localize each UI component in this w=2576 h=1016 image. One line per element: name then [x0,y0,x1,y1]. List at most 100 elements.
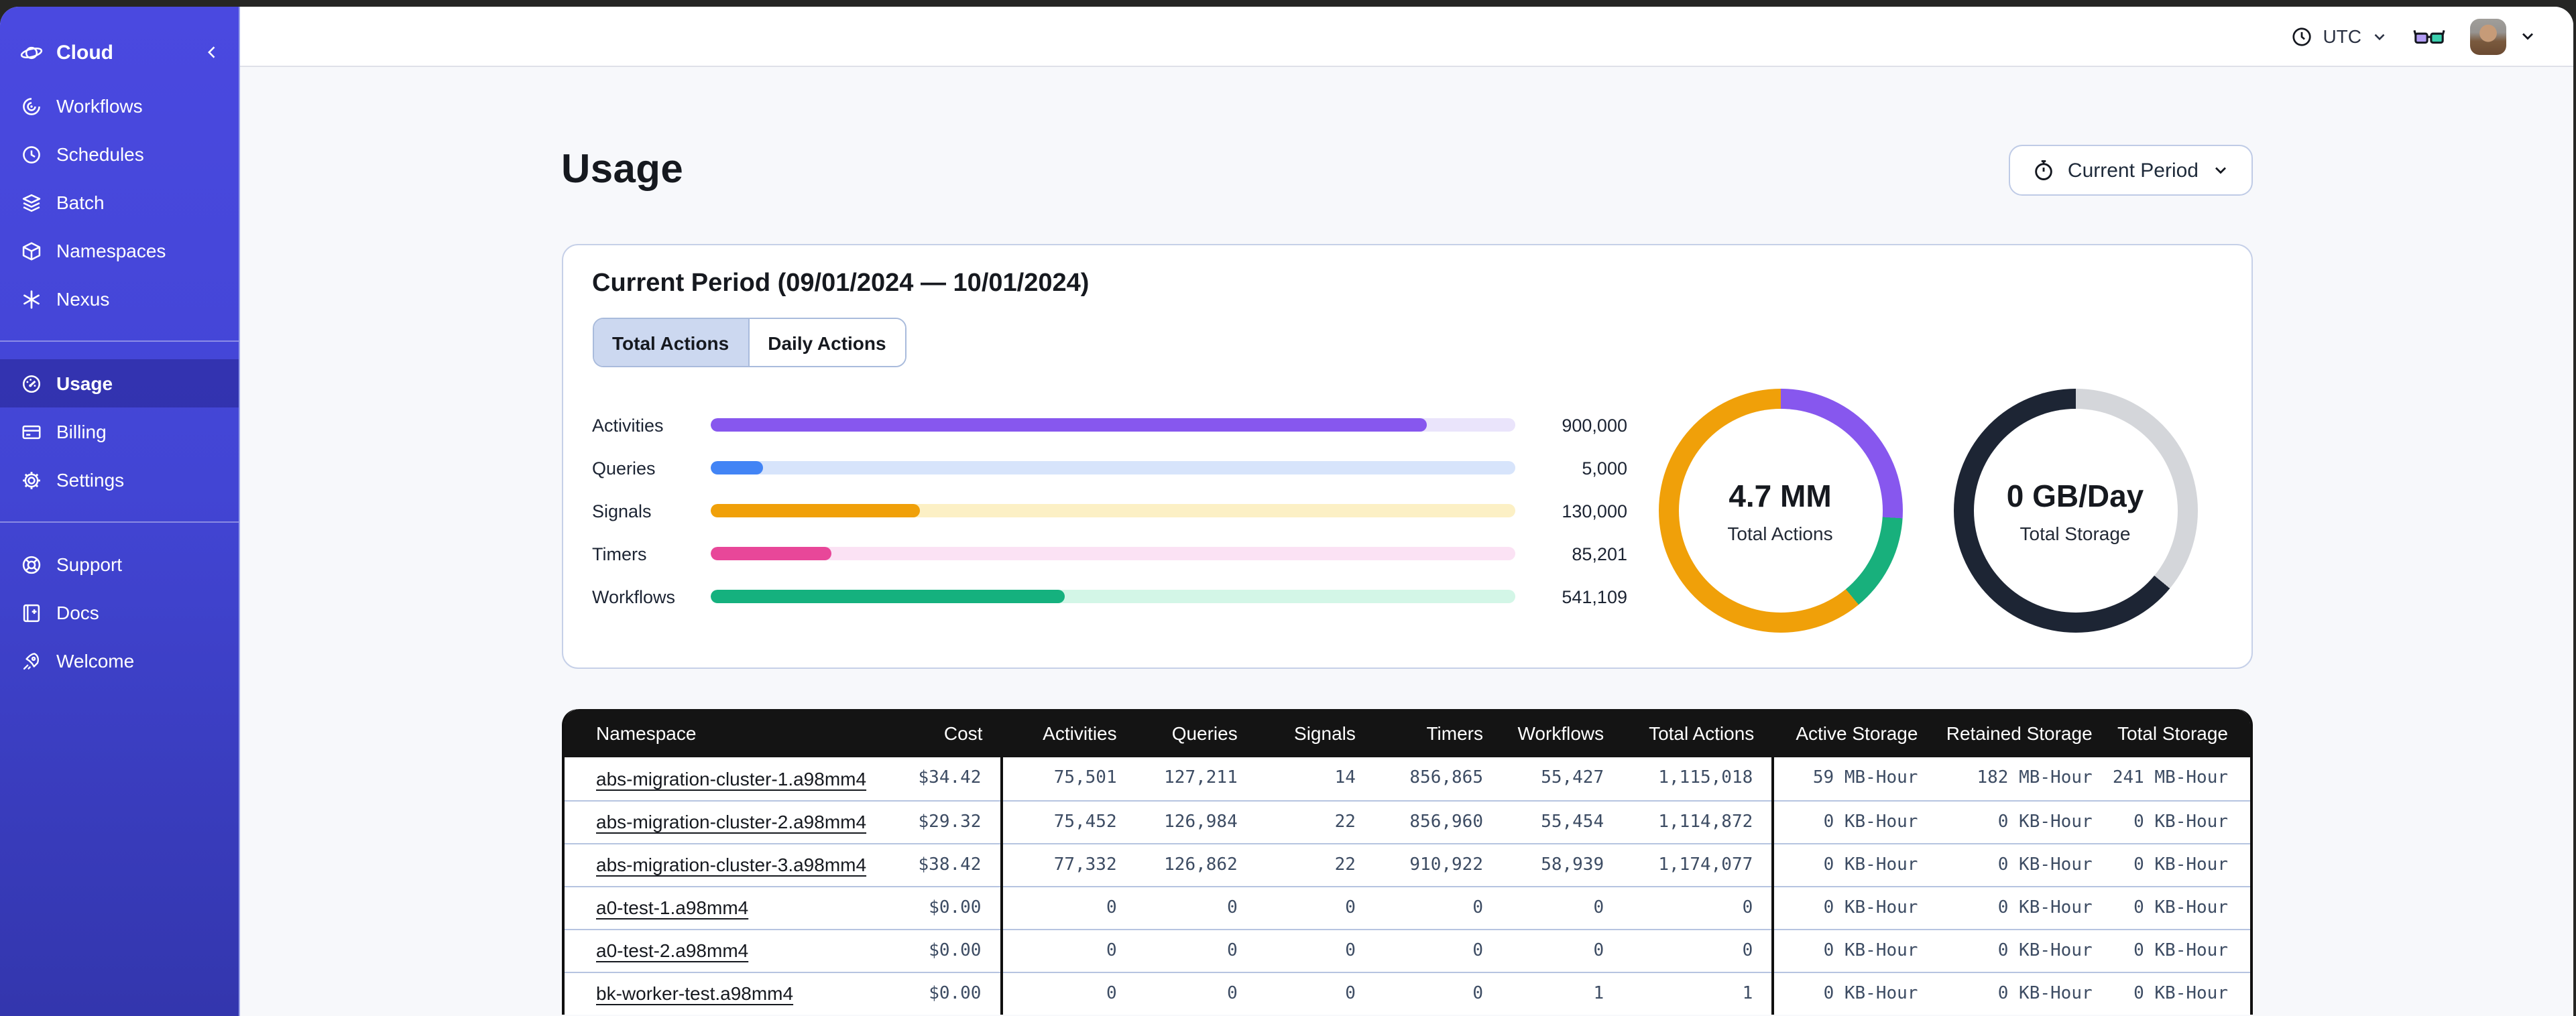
stopwatch-icon [2032,158,2056,182]
bar-value: 85,201 [1572,544,1627,564]
main-area: UTC Usage Current Period Current Period … [240,7,2573,1016]
value-cell: 0 [1374,928,1502,972]
sidebar-item-welcome[interactable]: Welcome [0,637,239,685]
value-cell: $0.00 [872,928,1002,972]
value-cell: 0 [1256,928,1374,972]
namespace-link[interactable]: bk-worker-test.a98mm4 [596,983,793,1005]
value-cell: 0 KB-Hour [1771,842,1937,886]
sidebar-collapse-icon[interactable] [200,41,223,64]
welcome-rocket-icon [20,649,43,672]
sidebar-item-settings[interactable]: Settings [0,456,239,504]
sidebar-item-support[interactable]: Support [0,540,239,588]
nexus-asterisk-icon [20,288,43,310]
col-timers: Timers [1374,709,1502,757]
sidebar-item-nexus[interactable]: Nexus [0,275,239,323]
namespace-link[interactable]: abs-migration-cluster-2.a98mm4 [596,811,866,832]
period-dropdown-button[interactable]: Current Period [2008,145,2252,196]
value-cell: 58,939 [1502,842,1623,886]
tab-total-actions[interactable]: Total Actions [593,319,750,366]
screen: Cloud Workflows Schedules Batch Namespac… [0,0,2576,1016]
donut-charts: 4.7 MM Total Actions 0 GB/Day Total Stor… [1627,389,2221,633]
bar-label: Activities [592,415,664,435]
period-dropdown-label: Current Period [2067,159,2199,182]
table-row: a0-test-1.a98mm4 $0.00 0 0 0 0 0 0 0 KB-Hour 0 KB… [564,885,2249,929]
value-cell: 1,114,872 [1623,800,1773,843]
sidebar-item-usage[interactable]: Usage [0,359,239,407]
value-cell: 0 [1374,971,1502,1015]
namespace-link[interactable]: abs-migration-cluster-3.a98mm4 [596,854,866,875]
timezone-selector[interactable]: UTC [2290,25,2388,48]
sidebar-item-label: Namespaces [56,240,166,261]
usage-bar: Timers 85,201 [592,544,1627,564]
bar-track [710,547,1515,560]
col-active-storage: Active Storage [1773,709,1937,757]
sidebar-item-label: Schedules [56,143,144,165]
value-cell: 0 KB-Hour [1936,842,2111,886]
sidebar-item-docs[interactable]: Docs [0,588,239,637]
namespace-usage-table: Namespace Cost Activities Queries Signal… [561,709,2252,1015]
namespace-link[interactable]: a0-test-1.a98mm4 [596,897,748,918]
col-namespace: Namespace [564,709,873,757]
total-actions-donut: 4.7 MM Total Actions [1658,389,1902,633]
value-cell: 55,454 [1502,800,1623,843]
sidebar-item-label: Welcome [56,650,135,672]
sidebar-item-label: Nexus [56,288,110,310]
col-total-storage: Total Storage [2111,709,2249,757]
bar-label: Workflows [592,586,676,607]
usage-bar: Activities 900,000 [592,415,1627,435]
docs-book-icon [20,601,43,624]
bar-track [710,461,1515,474]
value-cell: 0 KB-Hour [2111,885,2249,929]
sidebar-item-billing[interactable]: Billing [0,407,239,456]
dev-mode-glasses-button[interactable] [2412,24,2446,48]
actions-tab-group: Total Actions Daily Actions [592,318,906,367]
value-cell: 0 [1000,885,1136,929]
value-cell: 0 KB-Hour [1771,800,1937,843]
namespace-cell: abs-migration-cluster-2.a98mm4 [564,800,873,843]
sidebar-item-namespaces[interactable]: Namespaces [0,227,239,275]
table-row: abs-migration-cluster-1.a98mm4 $34.42 75,5… [564,757,2249,800]
value-cell: 0 KB-Hour [1771,928,1937,972]
account-menu[interactable] [2470,18,2537,54]
namespace-cell: abs-migration-cluster-3.a98mm4 [564,842,873,886]
namespace-link[interactable]: abs-migration-cluster-1.a98mm4 [596,768,866,789]
value-cell: 0 [1623,928,1773,972]
value-cell: 55,427 [1502,757,1623,800]
sidebar-item-schedules[interactable]: Schedules [0,130,239,178]
table-header-row: Namespace Cost Activities Queries Signal… [564,709,2249,757]
bar-fill [710,547,831,560]
value-cell: 75,452 [1000,800,1136,843]
batch-layers-icon [20,191,43,214]
sidebar-item-label: Billing [56,421,107,442]
sidebar-brand-label: Cloud [56,41,113,64]
current-period-card: Current Period (09/01/2024 — 10/01/2024)… [561,244,2252,669]
bar-track [710,418,1515,432]
sidebar-brand-cloud: Cloud [0,28,239,76]
value-cell: $34.42 [872,757,1002,800]
tab-daily-actions[interactable]: Daily Actions [749,319,905,366]
value-cell: 1,115,018 [1623,757,1773,800]
value-cell: 0 KB-Hour [1771,971,1937,1015]
app-window: Cloud Workflows Schedules Batch Namespac… [0,7,2573,1016]
value-cell: 856,865 [1374,757,1502,800]
donut-value: 4.7 MM [1729,478,1832,513]
value-cell: 0 KB-Hour [1936,971,2111,1015]
value-cell: 14 [1256,757,1374,800]
value-cell: 0 [1256,885,1374,929]
sidebar-item-workflows[interactable]: Workflows [0,82,239,130]
namespace-cell: a0-test-2.a98mm4 [564,928,873,972]
value-cell: 241 MB-Hour [2111,757,2249,800]
bar-label: Queries [592,458,656,478]
sidebar-item-label: Docs [56,602,99,623]
usage-bar: Queries 5,000 [592,458,1627,478]
sidebar-item-label: Settings [56,469,125,491]
sidebar-item-batch[interactable]: Batch [0,178,239,227]
namespace-cell: bk-worker-test.a98mm4 [564,971,873,1015]
value-cell: 0 [1135,928,1256,972]
namespace-link[interactable]: a0-test-2.a98mm4 [596,940,748,961]
usage-bar: Signals 130,000 [592,501,1627,521]
value-cell: 0 KB-Hour [2111,928,2249,972]
chevron-down-icon [2211,161,2229,180]
topbar: UTC [240,7,2573,67]
value-cell: 0 [1135,885,1256,929]
